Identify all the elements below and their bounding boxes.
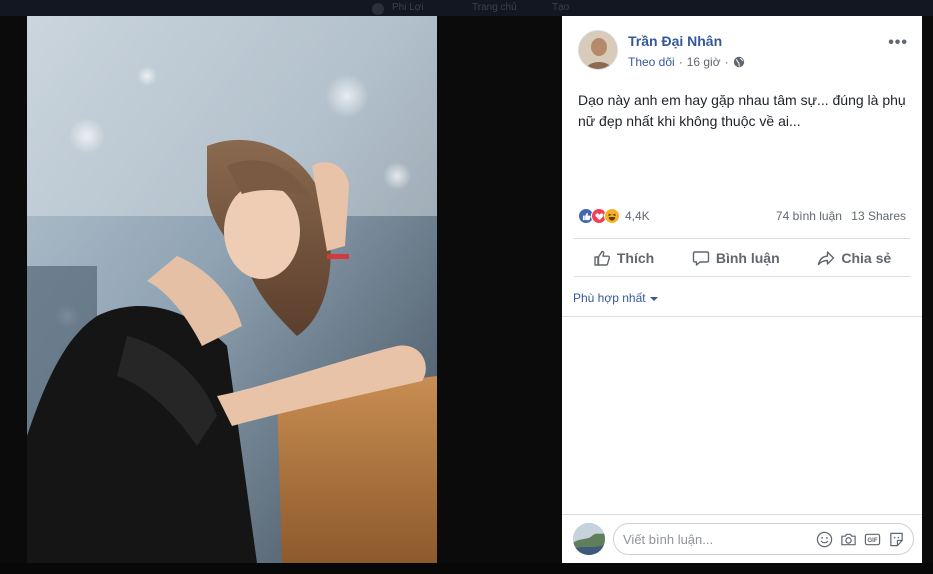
comment-label: Bình luận [715, 250, 780, 266]
author-avatar-image [579, 31, 617, 69]
comment-button[interactable]: Bình luận [692, 249, 780, 267]
bottom-strip [0, 563, 933, 574]
post-side-panel: Trần Đại Nhân Theo dõi · 16 giờ · ••• Dạ… [562, 16, 922, 563]
comment-sort-dropdown[interactable]: Phù hợp nhất [573, 291, 658, 305]
comment-input[interactable] [623, 530, 803, 548]
nav-item-create[interactable]: Tạo [552, 2, 569, 13]
reactions-summary[interactable]: 4,4K [578, 208, 650, 224]
viewer-avatar-image [573, 523, 605, 555]
caret-down-icon [649, 297, 658, 301]
share-button[interactable]: Chia sẻ [817, 249, 891, 267]
comment-box: GIF [613, 523, 914, 555]
camera-icon[interactable] [839, 530, 857, 548]
post-time[interactable]: 16 giờ [687, 55, 721, 69]
author-name[interactable]: Trần Đại Nhân [628, 33, 722, 49]
more-options-button[interactable]: ••• [888, 34, 908, 52]
nav-item-profile[interactable]: Phi Lợi [392, 2, 424, 13]
post-stats: 4,4K 74 bình luận 13 Shares [578, 206, 906, 226]
reaction-count: 4,4K [625, 209, 650, 223]
svg-text:GIF: GIF [867, 536, 877, 543]
post-header: Trần Đại Nhân Theo dõi · 16 giờ · ••• [578, 30, 908, 74]
top-navigation-bar: Phi Lợi Trang chủ Tạo [0, 0, 933, 16]
engagement-counts: 74 bình luận 13 Shares [776, 209, 906, 223]
sticker-icon[interactable] [887, 530, 905, 548]
viewer-avatar [573, 523, 605, 555]
post-meta: Theo dõi · 16 giờ · [628, 55, 745, 69]
sort-label: Phù hợp nhất [573, 291, 646, 305]
comment-composer: GIF [562, 514, 922, 563]
comment-sort-bar: Phù hợp nhất [562, 277, 922, 317]
share-icon [818, 251, 835, 266]
comment-icon [692, 251, 710, 266]
gif-icon[interactable]: GIF [863, 530, 881, 548]
photo-viewer: Phi Lợi Trang chủ Tạo Trần Đại Nhân Theo… [0, 0, 933, 574]
meta-separator-2: · [724, 55, 729, 69]
divider-top [574, 238, 910, 239]
meta-separator: · [678, 55, 683, 69]
comment-tools: GIF [815, 530, 905, 548]
comment-count-link[interactable]: 74 bình luận [776, 209, 842, 223]
post-actions: Thích Bình luận Chia sẻ [574, 240, 910, 276]
post-photo[interactable] [27, 16, 437, 563]
post-text: Dạo này anh em hay gặp nhau tâm sự... đú… [578, 92, 906, 129]
author-avatar[interactable] [578, 30, 618, 70]
globe-icon [733, 56, 744, 68]
like-button[interactable]: Thích [593, 249, 654, 267]
emoji-icon[interactable] [815, 530, 833, 548]
follow-link[interactable]: Theo dõi [628, 55, 675, 69]
nav-item-home[interactable]: Trang chủ [472, 2, 517, 13]
haha-reaction-icon [604, 208, 620, 224]
nav-avatar [372, 3, 384, 15]
photo-image [27, 16, 437, 563]
like-label: Thích [616, 250, 655, 266]
share-count-link[interactable]: 13 Shares [851, 209, 906, 223]
like-icon [594, 250, 610, 266]
share-label: Chia sẻ [841, 250, 892, 266]
